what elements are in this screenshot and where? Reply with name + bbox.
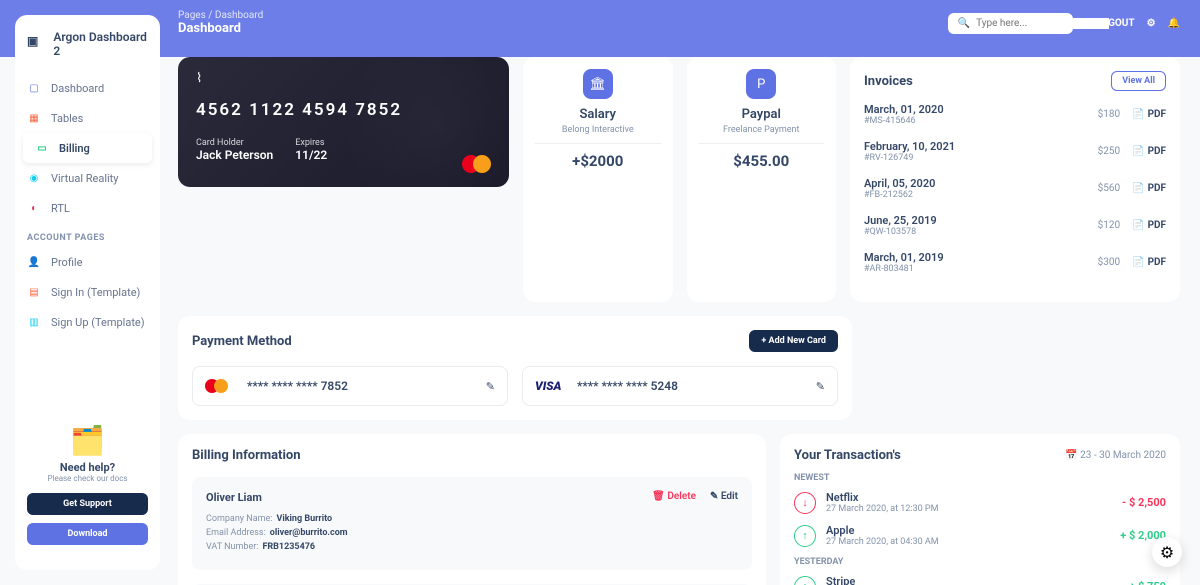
delete-button[interactable]: 🗑 Delete (652, 491, 696, 502)
calendar-icon: 📅 (1065, 450, 1077, 461)
sidebar-item-vr[interactable]: ◉Virtual Reality (15, 163, 160, 193)
pdf-button[interactable]: 📄PDF (1132, 183, 1166, 194)
edit-button[interactable]: ✎ Edit (710, 491, 738, 502)
calendar-icon: ▦ (27, 111, 41, 125)
pdf-icon: 📄 (1132, 257, 1144, 268)
nav-section-label: ACCOUNT PAGES (15, 223, 160, 247)
transactions-card: Your Transaction's 📅 23 - 30 March 2020 … (780, 434, 1180, 585)
wifi-icon: ⌇ (196, 71, 491, 86)
logout-button[interactable]: ↪LOGOUT (1085, 18, 1135, 29)
billing-info-card: Billing Information Oliver LiamCompany N… (178, 434, 766, 585)
pencil-icon[interactable]: ✎ (816, 380, 825, 393)
visa-icon: VISA (535, 379, 565, 393)
arrow-up-icon: ↑ (794, 576, 816, 585)
download-button[interactable]: Download (27, 523, 148, 545)
globe-icon: ◐ (27, 201, 41, 215)
monitor-icon: ▢ (27, 81, 41, 95)
signout-icon: ↪ (1085, 18, 1093, 29)
paypal-card: P Paypal Freelance Payment $455.00 (687, 57, 837, 302)
bank-icon: 🏛 (583, 69, 613, 99)
paypal-icon: P (746, 69, 776, 99)
sidebar-item-signup[interactable]: ▥Sign Up (Template) (15, 307, 160, 337)
credit-card: ⌇ 4562 1122 4594 7852 Card HolderJack Pe… (178, 57, 509, 187)
pdf-icon: 📄 (1132, 183, 1144, 194)
sidebar-item-profile[interactable]: 👤Profile (15, 247, 160, 277)
settings-icon[interactable]: ⚙ (1147, 18, 1156, 29)
pdf-icon: 📄 (1132, 109, 1144, 120)
pencil-icon: ✎ (710, 491, 718, 502)
sidebar: ▣ Argon Dashboard 2 ▢Dashboard ▦Tables ▭… (15, 15, 160, 570)
pdf-button[interactable]: 📄PDF (1132, 220, 1166, 231)
invoice-row: March, 01, 2019#AR-803481$300📄PDF (864, 251, 1166, 274)
sidebar-item-dashboard[interactable]: ▢Dashboard (15, 73, 160, 103)
key-icon: ▤ (27, 285, 41, 299)
date-range: 📅 23 - 30 March 2020 (1065, 450, 1166, 461)
mastercard-icon (205, 379, 235, 393)
pencil-icon[interactable]: ✎ (486, 380, 495, 393)
transaction-row: ↑Apple27 March 2020, at 04:30 AM+ $ 2,00… (794, 524, 1166, 547)
rocket-icon: ▥ (27, 315, 41, 329)
invoice-row: April, 05, 2020#FB-212562$560📄PDF (864, 177, 1166, 200)
card-icon: ▭ (35, 141, 49, 155)
invoice-row: February, 10, 2021#RV-126749$250📄PDF (864, 140, 1166, 163)
billing-item: Oliver LiamCompany Name:Viking BurritoEm… (192, 477, 752, 570)
pdf-button[interactable]: 📄PDF (1132, 109, 1166, 120)
transaction-row: ↑Stripe26 March 2020, at 13:45 PM+ $ 750 (794, 575, 1166, 585)
settings-fab[interactable]: ⚙ (1152, 537, 1182, 567)
pdf-button[interactable]: 📄PDF (1132, 257, 1166, 268)
search-box[interactable]: 🔍 (948, 13, 1073, 34)
payment-method-row: VISA **** **** **** 5248 ✎ (522, 366, 838, 406)
invoice-row: June, 25, 2019#QW-103578$120📄PDF (864, 214, 1166, 237)
vr-icon: ◉ (27, 171, 41, 185)
arrow-up-icon: ↑ (794, 525, 816, 547)
page-title: Dashboard (178, 21, 263, 36)
arrow-down-icon: ↓ (794, 492, 816, 514)
help-sub: Please check our docs (27, 474, 148, 483)
payment-method-card: Payment Method + Add New Card **** **** … (178, 316, 852, 420)
bell-icon[interactable]: 🔔 (1168, 18, 1180, 29)
folder-icon: 🗂️ (27, 424, 148, 457)
salary-card: 🏛 Salary Belong Interactive +$2000 (523, 57, 673, 302)
pdf-icon: 📄 (1132, 146, 1144, 157)
payment-method-row: **** **** **** 7852 ✎ (192, 366, 508, 406)
sidebar-item-tables[interactable]: ▦Tables (15, 103, 160, 133)
user-icon: 👤 (27, 255, 41, 269)
invoice-row: March, 01, 2020#MS-415646$180📄PDF (864, 103, 1166, 126)
trash-icon: 🗑 (652, 491, 665, 502)
brand-icon: ▣ (27, 34, 45, 54)
invoices-card: Invoices View All March, 01, 2020#MS-415… (850, 57, 1180, 302)
pdf-icon: 📄 (1132, 220, 1144, 231)
transaction-row: ↓Netflix27 March 2020, at 12:30 PM- $ 2,… (794, 491, 1166, 514)
add-new-card-button[interactable]: + Add New Card (749, 330, 838, 352)
card-number: 4562 1122 4594 7852 (196, 100, 491, 120)
sidebar-item-signin[interactable]: ▤Sign In (Template) (15, 277, 160, 307)
pdf-button[interactable]: 📄PDF (1132, 146, 1166, 157)
sidebar-item-rtl[interactable]: ◐RTL (15, 193, 160, 223)
brand: ▣ Argon Dashboard 2 (15, 30, 160, 73)
help-title: Need help? (27, 461, 148, 474)
brand-name: Argon Dashboard 2 (53, 30, 148, 58)
get-support-button[interactable]: Get Support (27, 493, 148, 515)
search-icon: 🔍 (958, 18, 970, 29)
view-all-button[interactable]: View All (1111, 71, 1166, 91)
mastercard-icon (462, 155, 491, 173)
breadcrumb: Pages / Dashboard (178, 10, 263, 21)
sidebar-item-billing[interactable]: ▭Billing (23, 133, 152, 163)
invoices-title: Invoices (864, 74, 913, 89)
gear-icon: ⚙ (1160, 543, 1174, 562)
